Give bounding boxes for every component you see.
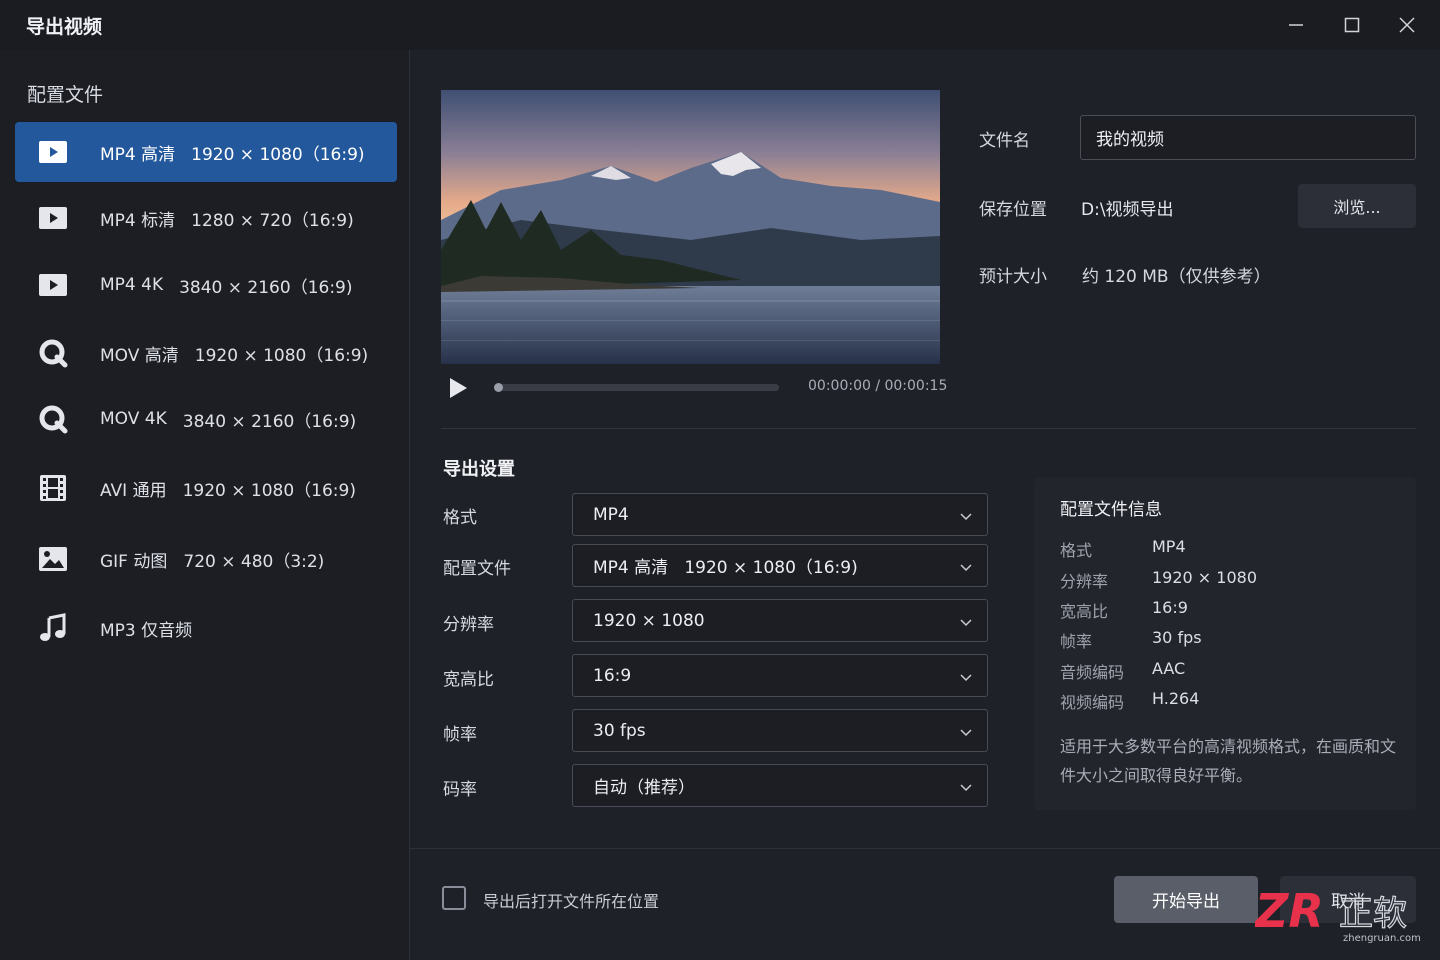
profile-name: GIF 动图: [100, 551, 168, 572]
profile-item-mp4-hd[interactable]: MP4 高清 1920 × 1080（16:9): [15, 122, 397, 182]
profile-select[interactable]: MP4 高清 1920 × 1080（16:9): [572, 544, 988, 587]
browse-button[interactable]: 浏览...: [1298, 184, 1416, 228]
frame-rate-value: 30 fps: [593, 720, 646, 741]
profile-item-mov-4k[interactable]: MOV 4K 3840 × 2160（16:9): [15, 389, 397, 449]
info-key: 视频编码: [1060, 693, 1125, 712]
file-name-input[interactable]: [1080, 115, 1416, 160]
frame-rate-label: 帧率: [443, 725, 477, 745]
estimated-size-value: 约 120 MB（仅供参考）: [1082, 267, 1271, 287]
minimize-icon[interactable]: [1282, 11, 1310, 39]
start-export-button[interactable]: 开始导出: [1114, 876, 1258, 923]
music-icon: [38, 613, 68, 643]
profile-info-panel: 配置文件信息 格式 MP4 分辨率 1920 × 1080 宽高比 16:9 帧…: [1034, 477, 1416, 810]
profile-description: 适用于大多数平台的高清视频格式，在画质和文件大小之间取得良好平衡。: [1060, 737, 1397, 785]
format-label: 格式: [443, 508, 477, 528]
profile-label: 配置文件: [443, 559, 511, 579]
profile-info-title: 配置文件信息: [1060, 500, 1162, 520]
format-select[interactable]: MP4: [572, 493, 988, 536]
svg-text:正软: 正软: [1339, 894, 1407, 934]
close-icon[interactable]: [1393, 11, 1421, 39]
resolution-value: 1920 × 1080: [593, 610, 705, 631]
profile-name: MOV 4K: [100, 409, 167, 429]
bitrate-select[interactable]: 自动（推荐）: [572, 764, 988, 807]
info-key: 分辨率: [1060, 572, 1109, 591]
sidebar-heading: 配置文件: [27, 84, 104, 106]
aspect-ratio-value: 16:9: [593, 665, 632, 686]
frame-rate-select[interactable]: 30 fps: [572, 709, 988, 752]
info-key: 格式: [1060, 541, 1093, 560]
profile-name: MOV 高清: [100, 345, 179, 366]
maximize-icon[interactable]: [1338, 11, 1366, 39]
profile-spec: 1920 × 1080（16:9): [194, 345, 369, 366]
export-settings-title: 导出设置: [443, 459, 515, 480]
quicktime-icon: [38, 404, 68, 434]
profile-item-mov-hd[interactable]: MOV 高清 1920 × 1080（16:9): [15, 323, 397, 383]
info-value: 30 fps: [1152, 628, 1202, 647]
title-bar: 导出视频: [0, 0, 1440, 50]
profile-item-avi[interactable]: AVI 通用 1920 × 1080（16:9): [15, 458, 397, 518]
format-value: MP4: [593, 504, 629, 525]
profile-item-mp4-sd[interactable]: MP4 标清 1280 × 720（16:9): [15, 188, 397, 248]
profile-spec: 720 × 480（3:2): [183, 551, 325, 572]
video-preview[interactable]: [441, 90, 940, 364]
profile-name: MP4 标清: [100, 210, 176, 231]
aspect-ratio-label: 宽高比: [443, 670, 494, 690]
play-icon: [38, 203, 68, 233]
info-value: MP4: [1152, 537, 1186, 556]
estimated-size-label: 预计大小: [979, 267, 1047, 287]
playback-time: 00:00:00 / 00:00:15: [808, 378, 948, 394]
resolution-select[interactable]: 1920 × 1080: [572, 599, 988, 642]
footer-divider: [410, 848, 1440, 849]
chevron-down-icon: [959, 724, 973, 738]
info-value: 1920 × 1080: [1152, 568, 1258, 587]
chevron-down-icon: [959, 559, 973, 573]
profile-value: MP4 高清 1920 × 1080（16:9): [593, 558, 858, 578]
info-value: H.264: [1152, 689, 1200, 708]
file-name-label: 文件名: [979, 131, 1030, 151]
info-value: 16:9: [1152, 598, 1188, 617]
image-icon: [38, 544, 68, 574]
profile-name: MP4 4K: [100, 275, 164, 295]
open-folder-checkbox[interactable]: [442, 886, 466, 910]
window-title: 导出视频: [26, 16, 103, 38]
chevron-down-icon: [959, 779, 973, 793]
profile-spec: 3840 × 2160（16:9): [182, 411, 357, 432]
svg-text:ZR: ZR: [1255, 885, 1324, 938]
info-key: 帧率: [1060, 632, 1093, 651]
profile-item-gif[interactable]: GIF 动图 720 × 480（3:2): [15, 529, 397, 589]
save-location-label: 保存位置: [979, 200, 1047, 220]
info-key: 音频编码: [1060, 663, 1125, 682]
profile-spec: 1920 × 1080（16:9): [191, 144, 365, 165]
profile-spec: 3840 × 2160（16:9): [179, 277, 353, 298]
play-icon[interactable]: [446, 375, 470, 401]
open-folder-label[interactable]: 导出后打开文件所在位置: [483, 888, 659, 912]
profile-name: MP4 高清: [100, 144, 176, 165]
svg-text:zhengruan.com: zhengruan.com: [1343, 933, 1421, 944]
info-value: AAC: [1152, 659, 1186, 678]
profile-item-mp3[interactable]: MP3 仅音频: [15, 598, 397, 658]
chevron-down-icon: [959, 669, 973, 683]
bitrate-label: 码率: [443, 780, 477, 800]
save-location-value: D:\视频导出: [1081, 200, 1174, 220]
profile-spec: 1280 × 720（16:9): [191, 210, 354, 231]
section-divider: [441, 428, 1416, 429]
info-key: 宽高比: [1060, 602, 1109, 621]
chevron-down-icon: [959, 508, 973, 522]
play-icon: [38, 137, 68, 167]
site-watermark-logo: ZR 正软 zhengruan.com: [1253, 884, 1435, 945]
film-icon: [38, 473, 68, 503]
profile-spec: 1920 × 1080（16:9): [182, 480, 356, 501]
chevron-down-icon: [959, 614, 973, 628]
resolution-label: 分辨率: [443, 615, 494, 635]
bitrate-value: 自动（推荐）: [593, 778, 695, 798]
profile-name: MP3 仅音频: [100, 620, 193, 641]
profile-item-mp4-4k[interactable]: MP4 4K 3840 × 2160（16:9): [15, 255, 397, 315]
play-icon: [38, 270, 68, 300]
playback-progress[interactable]: [494, 383, 779, 392]
aspect-ratio-select[interactable]: 16:9: [572, 654, 988, 697]
quicktime-icon: [38, 338, 68, 368]
progress-handle[interactable]: [494, 383, 503, 392]
profile-name: AVI 通用: [100, 480, 167, 501]
